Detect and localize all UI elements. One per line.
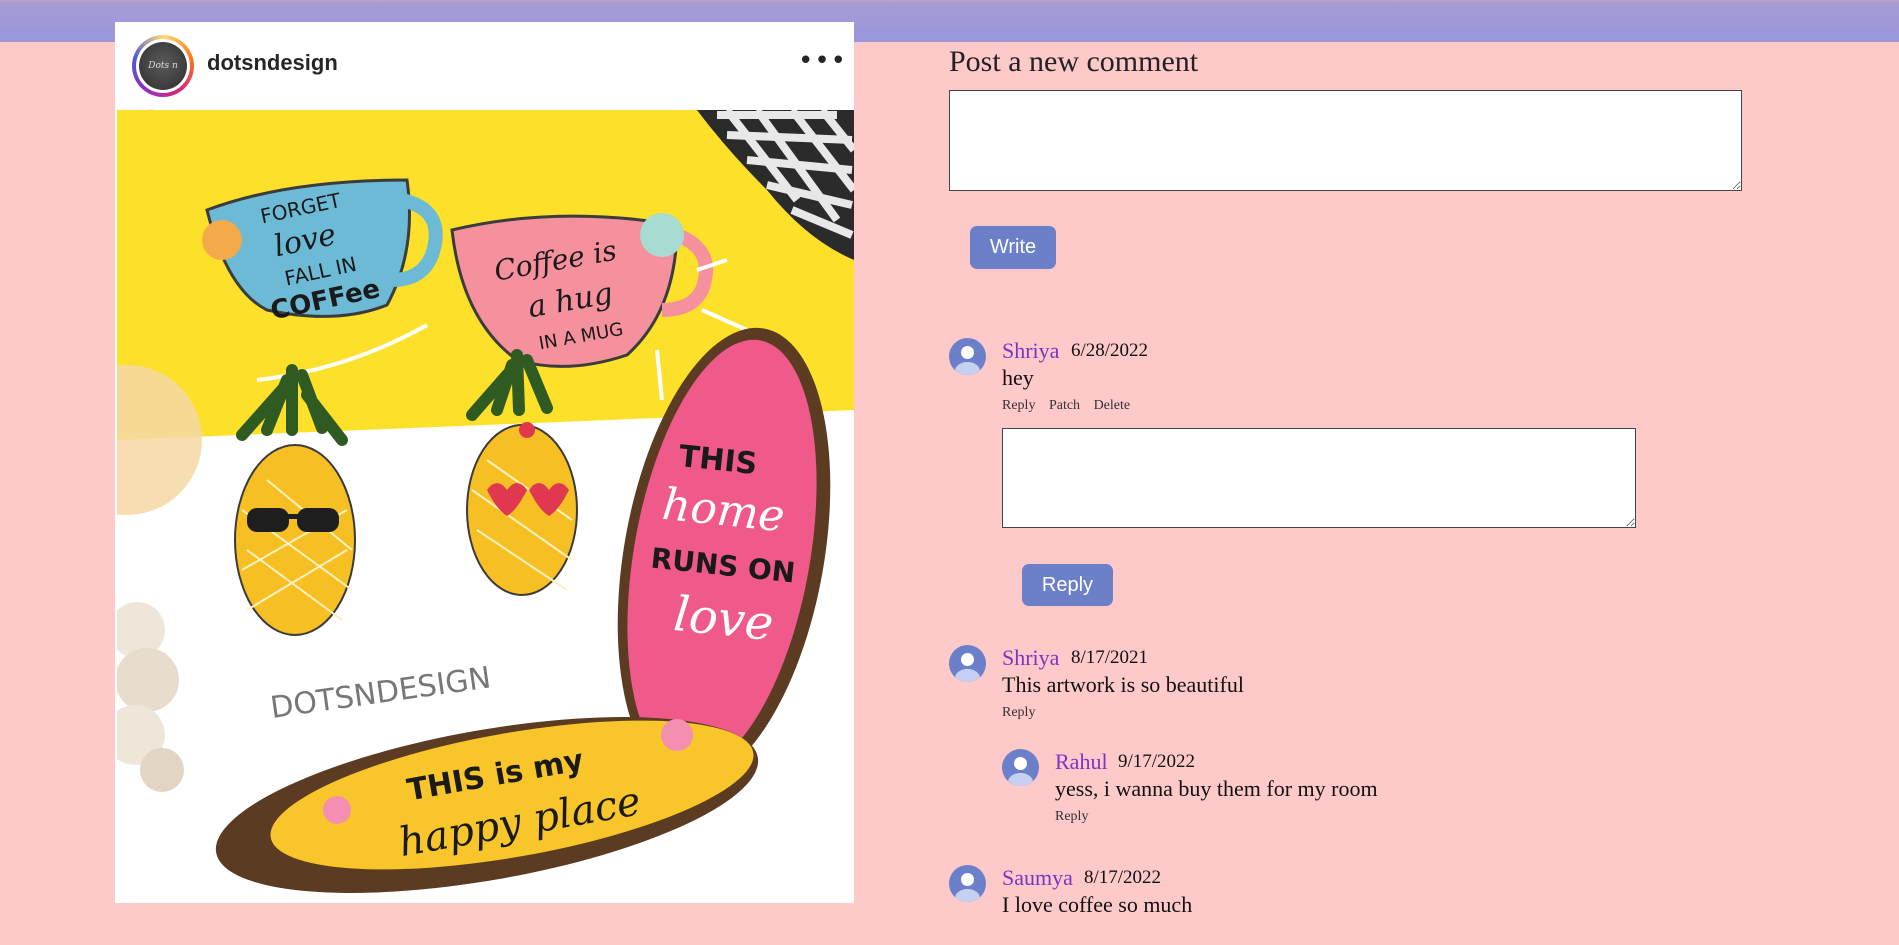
user-avatar-icon xyxy=(949,338,986,375)
comment-text: I love coffee so much xyxy=(1002,892,1193,917)
comment-author[interactable]: Shriya xyxy=(1002,338,1059,364)
product-photo: FORGET love FALL IN COFFee Coffee is a h… xyxy=(117,110,854,903)
oval-line-4: love xyxy=(671,586,776,652)
user-avatar-icon xyxy=(1002,749,1039,786)
new-comment-textarea[interactable] xyxy=(949,90,1742,191)
write-button[interactable]: Write xyxy=(970,226,1056,269)
comment-item: Shriya 6/28/2022 hey Reply Patch Delete xyxy=(949,338,1649,418)
comment-date: 8/17/2021 xyxy=(1071,647,1149,668)
user-avatar-icon xyxy=(949,645,986,682)
more-options-icon[interactable]: ••• xyxy=(798,48,846,78)
comment-actions: Reply xyxy=(1002,705,1045,721)
comment-actions: Reply xyxy=(1055,809,1098,825)
comment-author[interactable]: Rahul xyxy=(1055,749,1108,775)
delete-link[interactable]: Delete xyxy=(1094,398,1131,413)
new-comment-heading: Post a new comment xyxy=(949,45,1199,78)
reply-link[interactable]: Reply xyxy=(1055,809,1088,824)
post-avatar[interactable]: Dots n Design xyxy=(132,35,194,119)
post-avatar-ring: Dots n Design xyxy=(136,39,190,119)
reply-link[interactable]: Reply xyxy=(1002,705,1035,720)
reply-item: Rahul 9/17/2022 yess, i wanna buy them f… xyxy=(1002,749,1652,829)
user-avatar-icon xyxy=(949,865,986,902)
instagram-post-card: Dots n Design dotsndesign ••• xyxy=(115,22,854,903)
patch-link[interactable]: Patch xyxy=(1049,398,1080,413)
post-header: Dots n Design dotsndesign ••• xyxy=(115,22,854,119)
post-image: FORGET love FALL IN COFFee Coffee is a h… xyxy=(117,110,854,903)
comment-item: Saumya 8/17/2022 I love coffee so much xyxy=(949,865,1649,945)
comment-text: hey xyxy=(1002,365,1034,390)
comment-item: Shriya 8/17/2021 This artwork is so beau… xyxy=(949,645,1649,725)
comment-author[interactable]: Shriya xyxy=(1002,645,1059,671)
comment-actions: Reply Patch Delete xyxy=(1002,398,1140,414)
comment-text: yess, i wanna buy them for my room xyxy=(1055,776,1378,801)
comment-date: 6/28/2022 xyxy=(1071,340,1149,361)
comment-author[interactable]: Saumya xyxy=(1002,865,1073,891)
reply-textarea[interactable] xyxy=(1002,428,1636,528)
comment-text: This artwork is so beautiful xyxy=(1002,672,1244,697)
comment-date: 9/17/2022 xyxy=(1118,751,1196,772)
comment-date: 8/17/2022 xyxy=(1084,867,1162,888)
post-username[interactable]: dotsndesign xyxy=(207,50,338,76)
reply-link[interactable]: Reply xyxy=(1002,398,1035,413)
post-avatar-logo: Dots n Design xyxy=(139,42,187,119)
reply-submit-button[interactable]: Reply xyxy=(1022,564,1113,606)
